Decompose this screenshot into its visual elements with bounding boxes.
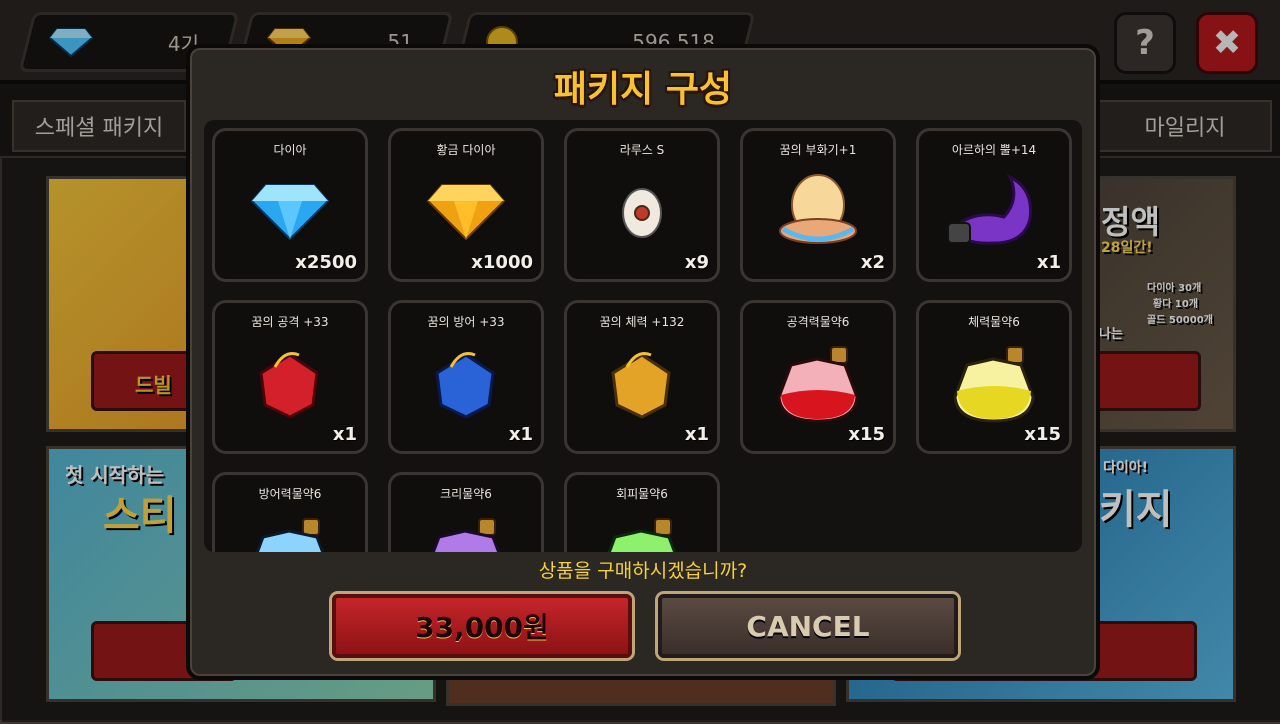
item-card: 꿈의 부화기+1 x2 — [740, 128, 896, 282]
item-name: 크리물약6 — [440, 487, 492, 501]
red-potion-icon — [777, 346, 859, 423]
green-potion-icon — [607, 518, 677, 552]
item-name: 꿈의 체력 +132 — [599, 315, 685, 329]
buy-button-label: 33,000원 — [415, 611, 549, 644]
item-quantity: x1000 — [471, 252, 533, 273]
yellow-potion-icon — [953, 346, 1035, 423]
blue-potion-icon — [255, 518, 325, 552]
item-quantity: x9 — [684, 252, 709, 273]
horn-icon — [947, 173, 1033, 245]
item-quantity: x2500 — [295, 252, 357, 273]
item-name: 꿈의 공격 +33 — [251, 315, 329, 329]
diamond-icon — [250, 184, 330, 241]
item-quantity: x1 — [332, 424, 357, 445]
egg-icon — [622, 188, 662, 238]
item-name: 라루스 S — [619, 143, 665, 157]
red-gem-icon — [259, 352, 319, 419]
package-contents-modal: 패키지 구성 다이아 x2500 황금 다이아 x1000 라루스 S x9 꿈… — [186, 44, 1100, 680]
item-card: 회피물약6 — [564, 472, 720, 552]
blue-gem-icon — [435, 352, 495, 419]
item-quantity: x1 — [508, 424, 533, 445]
purple-potion-icon — [431, 518, 501, 552]
item-name: 꿈의 방어 +33 — [427, 315, 505, 329]
buy-button[interactable]: 33,000원 — [332, 594, 632, 658]
item-card: 크리물약6 — [388, 472, 544, 552]
item-name: 회피물약6 — [616, 487, 668, 501]
item-quantity: x2 — [860, 252, 885, 273]
item-name: 체력물약6 — [968, 315, 1020, 329]
incubator-icon — [779, 174, 857, 244]
item-quantity: x1 — [684, 424, 709, 445]
item-card: 아르하의 뿔+14 x1 — [916, 128, 1072, 282]
modal-title: 패키지 구성 — [553, 69, 733, 110]
item-quantity: x15 — [848, 424, 885, 445]
item-card: 황금 다이아 x1000 — [388, 128, 544, 282]
item-card: 공격력물약6 x15 — [740, 300, 896, 454]
purchase-confirm-text: 상품을 구매하시겠습니까? — [538, 560, 748, 582]
cancel-button-label: CANCEL — [746, 609, 870, 643]
item-name: 꿈의 부화기+1 — [779, 143, 857, 157]
item-name: 다이아 — [273, 143, 307, 157]
item-name: 공격력물약6 — [786, 315, 850, 329]
item-card: 꿈의 체력 +132 x1 — [564, 300, 720, 454]
items-grid[interactable]: 다이아 x2500 황금 다이아 x1000 라루스 S x9 꿈의 부화기+1… — [204, 120, 1082, 552]
item-quantity: x1 — [1036, 252, 1061, 273]
item-card: 라루스 S x9 — [564, 128, 720, 282]
gold-diamond-icon — [426, 184, 506, 241]
yellow-gem-icon — [611, 352, 671, 419]
item-quantity: x15 — [1024, 424, 1061, 445]
item-name: 황금 다이아 — [436, 143, 496, 157]
item-name: 방어력물약6 — [258, 487, 322, 501]
item-card: 꿈의 공격 +33 x1 — [212, 300, 368, 454]
item-card: 꿈의 방어 +33 x1 — [388, 300, 544, 454]
cancel-button[interactable]: CANCEL — [658, 594, 958, 658]
item-card: 다이아 x2500 — [212, 128, 368, 282]
item-card: 방어력물약6 — [212, 472, 368, 552]
item-name: 아르하의 뿔+14 — [951, 143, 1037, 157]
item-card: 체력물약6 x15 — [916, 300, 1072, 454]
